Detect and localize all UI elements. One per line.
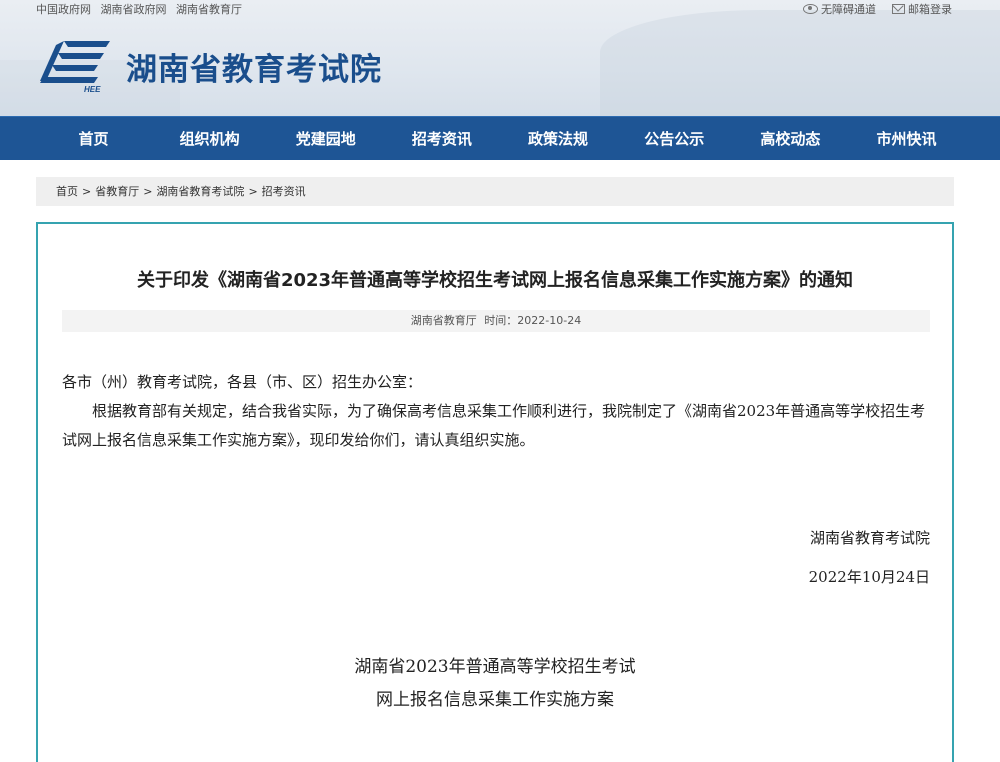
article-source: 湖南省教育厅 (410, 314, 477, 327)
breadcrumb: 首页 > 省教育厅 > 湖南省教育考试院 > 招考资讯 (36, 177, 954, 206)
article-paragraph: 根据教育部有关规定，结合我省实际，为了确保高考信息采集工作顺利进行，我院制定了《… (62, 402, 926, 449)
nav-item-party-building[interactable]: 党建园地 (268, 117, 383, 160)
article-time-label: 时间： (484, 314, 518, 327)
eye-icon (803, 4, 818, 14)
nav-item-announcements[interactable]: 公告公示 (617, 117, 732, 160)
nav-item-organization[interactable]: 组织机构 (152, 117, 267, 160)
breadcrumb-exam-authority[interactable]: 湖南省教育考试院 (156, 185, 244, 198)
nav-item-city-news[interactable]: 市州快讯 (849, 117, 964, 160)
logo-text: HEE (84, 85, 101, 93)
article-salutation: 各市（州）教育考试院，各县（市、区）招生办公室： (62, 373, 423, 391)
plan-title-line-1: 湖南省2023年普通高等学校招生考试 (354, 657, 636, 677)
top-link-gov[interactable]: 中国政府网 (36, 3, 91, 16)
breadcrumb-edu-dept[interactable]: 省教育厅 (95, 185, 139, 198)
header-decoration (600, 10, 1000, 116)
mail-login-label: 邮箱登录 (908, 3, 952, 16)
mail-icon (892, 4, 905, 14)
breadcrumb-admission-news[interactable]: 招考资讯 (262, 185, 306, 198)
top-link-edu-dept[interactable]: 湖南省教育厅 (176, 3, 242, 16)
article-title: 关于印发《湖南省2023年普通高等学校招生考试网上报名信息采集工作实施方案》的通… (136, 270, 854, 291)
top-right-links: 无障碍通道 邮箱登录 (803, 1, 952, 17)
article-container: 关于印发《湖南省2023年普通高等学校招生考试网上报名信息采集工作实施方案》的通… (36, 222, 954, 762)
nav-item-admission-news[interactable]: 招考资讯 (384, 117, 499, 160)
mail-login-link[interactable]: 邮箱登录 (892, 1, 952, 17)
top-links: 中国政府网 湖南省政府网 湖南省教育厅 (36, 1, 248, 17)
breadcrumb-home[interactable]: 首页 (56, 185, 78, 198)
site-title[interactable]: 湖南省教育考试院 (126, 44, 382, 89)
article-meta: 湖南省教育厅 时间：2022-10-24 (62, 310, 930, 332)
nav-item-university-news[interactable]: 高校动态 (733, 117, 848, 160)
accessibility-link[interactable]: 无障碍通道 (803, 1, 876, 17)
breadcrumb-separator: > (82, 185, 92, 198)
signature-organization: 湖南省教育考试院 (809, 529, 930, 547)
article-body: 各市（州）教育考试院，各县（市、区）招生办公室： 根据教育部有关规定，结合我省实… (62, 368, 932, 455)
header: 中国政府网 湖南省政府网 湖南省教育厅 无障碍通道 邮箱登录 HEE 湖南省教育… (0, 0, 1000, 116)
site-logo[interactable]: HEE (38, 37, 118, 93)
nav-item-home[interactable]: 首页 (36, 117, 151, 160)
breadcrumb-separator: > (248, 185, 258, 198)
accessibility-label: 无障碍通道 (821, 3, 876, 16)
signature-date: 2022年10月24日 (808, 568, 930, 586)
top-link-province-gov[interactable]: 湖南省政府网 (101, 3, 167, 16)
plan-title-line-2: 网上报名信息采集工作实施方案 (376, 690, 614, 710)
main-nav: 首页 组织机构 党建园地 招考资讯 政策法规 公告公示 高校动态 市州快讯 (0, 116, 1000, 160)
breadcrumb-separator: > (143, 185, 153, 198)
nav-item-policies[interactable]: 政策法规 (501, 117, 616, 160)
article-time: 2022-10-24 (517, 314, 582, 327)
